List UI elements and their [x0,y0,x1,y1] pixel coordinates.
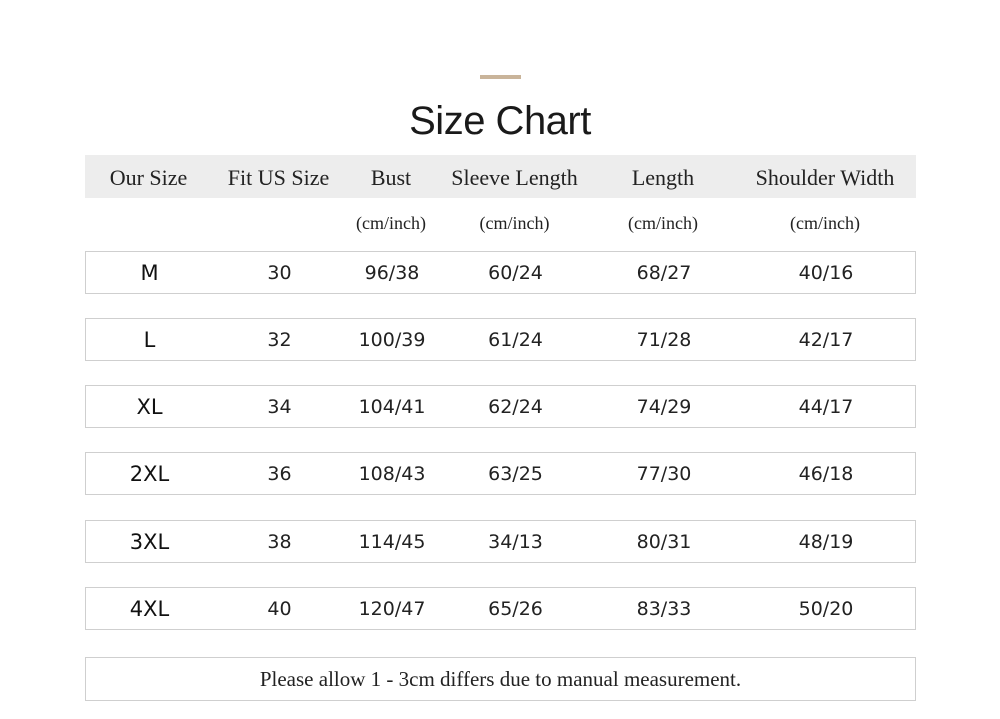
table-row: XL 34 104/41 62/24 74/29 44/17 [85,385,916,428]
page-title: Size Chart [409,99,591,143]
shoulder-width-cell: 40/16 [798,262,854,284]
table-row: 3XL 38 114/45 34/13 80/31 48/19 [85,520,916,563]
bust-cell: 108/43 [358,463,426,485]
header-bust: Bust [370,165,412,190]
bust-cell: 104/41 [358,396,426,418]
unit-bust: (cm/inch) [356,213,426,233]
sleeve-length-cell: 62/24 [488,396,543,418]
header-shoulder-width: Shoulder Width [755,165,895,190]
us-size-cell: 30 [267,262,292,284]
units-row: (cm/inch) (cm/inch) (cm/inch) (cm/inch) [85,208,916,238]
us-size-cell: 34 [267,396,292,418]
sleeve-length-cell: 65/26 [488,598,543,620]
measurement-note: Please allow 1 - 3cm differs due to manu… [85,657,916,701]
length-cell: 71/28 [636,329,692,351]
table-row: M 30 96/38 60/24 68/27 40/16 [85,251,916,294]
us-size-cell: 38 [267,531,292,553]
size-cell: 4XL [129,597,170,621]
size-cell: 2XL [129,462,170,486]
length-cell: 74/29 [636,396,692,418]
sleeve-length-cell: 63/25 [488,463,543,485]
length-cell: 68/27 [636,262,692,284]
sleeve-length-cell: 34/13 [488,531,543,553]
length-cell: 80/31 [636,531,692,553]
sleeve-length-cell: 60/24 [488,262,543,284]
bust-cell: 96/38 [364,262,420,284]
us-size-cell: 36 [267,463,292,485]
shoulder-width-cell: 42/17 [798,329,854,351]
table-row: L 32 100/39 61/24 71/28 42/17 [85,318,916,361]
table-row: 4XL 40 120/47 65/26 83/33 50/20 [85,587,916,630]
length-cell: 83/33 [636,598,692,620]
unit-sleeve-length: (cm/inch) [479,213,550,233]
sleeve-length-cell: 61/24 [488,329,543,351]
header-our-size: Our Size [109,165,188,190]
header-fit-us-size: Fit US Size [227,165,330,190]
table-header: Our Size Fit US Size Bust Sleeve Length … [85,155,916,198]
shoulder-width-cell: 50/20 [798,598,854,620]
us-size-cell: 40 [267,598,292,620]
bust-cell: 120/47 [358,598,426,620]
size-cell: 3XL [129,530,170,554]
shoulder-width-cell: 46/18 [798,463,854,485]
length-cell: 77/30 [636,463,692,485]
bust-cell: 100/39 [358,329,426,351]
header-length: Length [631,165,695,190]
size-cell: L [143,328,156,352]
table-row: 2XL 36 108/43 63/25 77/30 46/18 [85,452,916,495]
accent-divider [480,75,521,79]
size-cell: M [140,261,159,285]
us-size-cell: 32 [267,329,292,351]
size-cell: XL [136,395,163,419]
header-sleeve-length: Sleeve Length [451,165,578,190]
shoulder-width-cell: 48/19 [798,531,854,553]
unit-length: (cm/inch) [628,213,698,233]
bust-cell: 114/45 [358,531,426,553]
unit-shoulder-width: (cm/inch) [790,213,860,233]
shoulder-width-cell: 44/17 [798,396,854,418]
